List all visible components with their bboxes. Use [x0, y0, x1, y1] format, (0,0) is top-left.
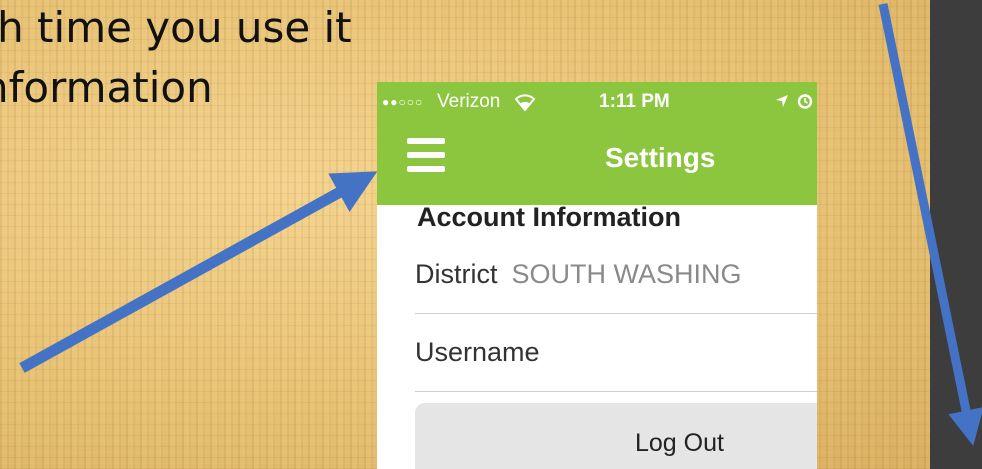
arrow-down-right	[878, 3, 982, 446]
annotation-arrows	[19, 3, 982, 446]
arrow-to-menu	[19, 171, 378, 373]
